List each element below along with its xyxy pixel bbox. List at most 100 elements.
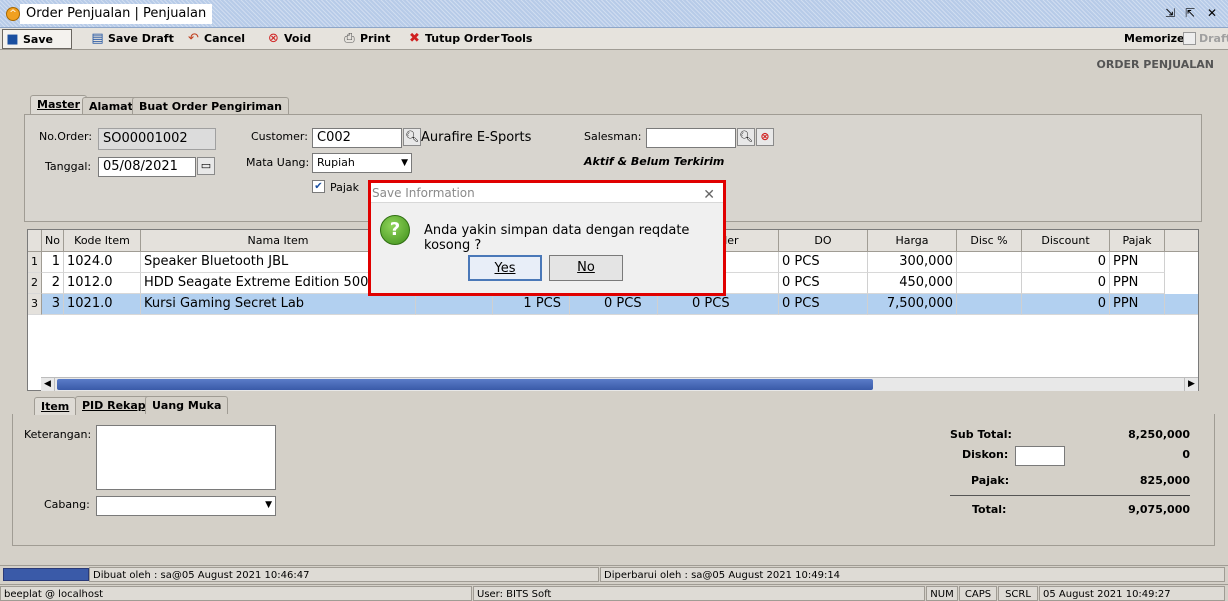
cabang-label: Cabang: (44, 498, 90, 511)
printer-icon: ⎙ (344, 31, 355, 46)
restore-icon[interactable]: ⇲ (1162, 5, 1178, 21)
diskon-value: 0 (1182, 448, 1190, 461)
caps-indicator: CAPS (959, 586, 997, 601)
title-bar: ^ Order Penjualan | Penjualan ⇲ ⇱ ✕ (0, 0, 1228, 28)
close-icon[interactable]: ✕ (703, 185, 715, 205)
cell-do[interactable]: 0 PCS (779, 294, 868, 315)
cell-do[interactable]: 0 PCS (779, 252, 868, 273)
keterangan-textarea[interactable] (96, 425, 276, 490)
scrollbar-thumb[interactable] (57, 379, 873, 390)
diskon-label: Diskon: (962, 448, 1009, 461)
cell-nama[interactable]: Kursi Gaming Secret Lab (141, 294, 416, 315)
customer-label: Customer: (251, 130, 308, 143)
col-discount[interactable]: Discount (1022, 230, 1110, 252)
cell-qty[interactable]: 1 PCS (493, 294, 570, 315)
col-harga[interactable]: Harga (868, 230, 957, 252)
tanggal-field[interactable]: 05/08/2021 (98, 157, 196, 177)
salesman-label: Salesman: (584, 130, 642, 143)
mata-uang-select[interactable]: Rupiah ▼ (312, 153, 412, 173)
tab-buat-order-pengiriman[interactable]: Buat Order Pengiriman (132, 97, 289, 115)
cell-harga[interactable]: 450,000 (868, 273, 957, 294)
pajak-total-value: 825,000 (1139, 474, 1190, 487)
tools-menu[interactable]: Tools (481, 29, 536, 49)
cell-kode[interactable]: 1021.0 (64, 294, 141, 315)
calendar-icon[interactable]: ▭ (197, 157, 215, 175)
no-order-field: SO00001002 (98, 128, 216, 150)
diperbarui-oleh: Diperbarui oleh : sa@05 August 2021 10:4… (600, 567, 1225, 582)
tab-pid-rekap[interactable]: PID Rekap (75, 396, 153, 414)
scroll-left-icon[interactable]: ◀ (41, 378, 55, 391)
cell-kode[interactable]: 1024.0 (64, 252, 141, 273)
tab-uang-muka[interactable]: Uang Muka (145, 396, 229, 414)
save-draft-button[interactable]: ▤ Save Draft (88, 29, 178, 49)
row-index: 1 (28, 252, 42, 273)
cell-disc-pct[interactable] (957, 273, 1022, 294)
mata-uang-label: Mata Uang: (246, 156, 310, 169)
void-button[interactable]: ⊗ Void (264, 29, 315, 49)
app-icon: ^ (6, 7, 20, 21)
close-icon[interactable]: ✕ (1204, 5, 1220, 21)
col-do[interactable]: DO (779, 230, 868, 252)
total-value: 9,075,000 (1128, 503, 1190, 516)
print-button[interactable]: ⎙ Print (340, 29, 394, 49)
diskon-input[interactable] (1015, 446, 1065, 466)
no-button[interactable]: No (549, 255, 623, 281)
memorize-toggle[interactable]: Memorize (1104, 29, 1188, 49)
tab-item[interactable]: Item (34, 397, 77, 415)
cell-do[interactable]: 0 PCS (779, 273, 868, 294)
draft-label: Draft (1199, 32, 1228, 45)
cell-3[interactable] (416, 294, 493, 315)
sub-total-value: 8,250,000 (1128, 428, 1190, 441)
cell-discount[interactable]: 0 (1022, 252, 1110, 273)
row-index: 2 (28, 273, 42, 294)
customer-code-field[interactable]: C002 (312, 128, 402, 148)
yes-button[interactable]: Yes (468, 255, 542, 281)
pajak-checkbox[interactable]: ✔ (312, 180, 325, 193)
cancel-button[interactable]: ↶ Cancel (184, 29, 249, 49)
total-label: Total: (972, 503, 1007, 516)
cell-discount[interactable]: 0 (1022, 273, 1110, 294)
undo-icon: ↶ (188, 31, 199, 46)
question-icon: ? (380, 215, 410, 245)
col-pajak[interactable]: Pajak (1110, 230, 1165, 252)
cell-discount[interactable]: 0 (1022, 294, 1110, 315)
cell-disc-pct[interactable] (957, 294, 1022, 315)
cell-pajak[interactable]: PPN (1110, 294, 1165, 315)
cabang-select[interactable]: ▼ (96, 496, 276, 516)
tab-master[interactable]: Master (30, 95, 88, 115)
popout-icon[interactable]: ⇱ (1182, 5, 1198, 21)
salesman-clear-icon[interactable]: ⊗ (756, 128, 774, 146)
salesman-search-icon[interactable]: 🔍︎ (737, 128, 755, 146)
cell-pajak[interactable]: PPN (1110, 252, 1165, 273)
col-kode-item[interactable]: Kode Item (64, 230, 141, 252)
cell-harga[interactable]: 7,500,000 (868, 294, 957, 315)
cell-kode[interactable]: 1012.0 (64, 273, 141, 294)
cell-pajak[interactable]: PPN (1110, 273, 1165, 294)
save-button[interactable]: ■ Save (2, 29, 72, 49)
col-no[interactable]: No (42, 230, 64, 252)
cell-harga[interactable]: 300,000 (868, 252, 957, 273)
status-text: Aktif & Belum Terkirim (584, 155, 725, 168)
pajak-label: Pajak (330, 181, 360, 194)
app-status-bar: beeplat @ localhost User: BITS Soft NUM … (0, 584, 1228, 601)
x-mark-icon: ✖ (409, 31, 420, 46)
sub-total-label: Sub Total: (950, 428, 1012, 441)
col-disc-pct[interactable]: Disc % (957, 230, 1022, 252)
cell-no[interactable]: 3 (42, 294, 64, 315)
save-information-dialog: Save Information ✕ ? Anda yakin simpan d… (368, 180, 726, 296)
cell-c2[interactable]: 0 PCS (570, 294, 658, 315)
dibuat-oleh: Dibuat oleh : sa@05 August 2021 10:46:47 (89, 567, 599, 582)
cell-no[interactable]: 1 (42, 252, 64, 273)
user-info: User: BITS Soft (473, 586, 925, 601)
scroll-right-icon[interactable]: ▶ (1184, 378, 1198, 391)
salesman-field[interactable] (646, 128, 736, 148)
cell-no[interactable]: 2 (42, 273, 64, 294)
horizontal-scrollbar[interactable]: ◀ ▶ (41, 377, 1198, 391)
window-title: Order Penjualan | Penjualan (20, 4, 213, 24)
customer-search-icon[interactable]: 🔍︎ (403, 128, 421, 146)
keterangan-label: Keterangan: (24, 428, 92, 441)
cell-order[interactable]: 0 PCS (658, 294, 779, 315)
cell-disc-pct[interactable] (957, 252, 1022, 273)
col-filler (1165, 230, 1198, 252)
progress-bar (3, 568, 89, 581)
